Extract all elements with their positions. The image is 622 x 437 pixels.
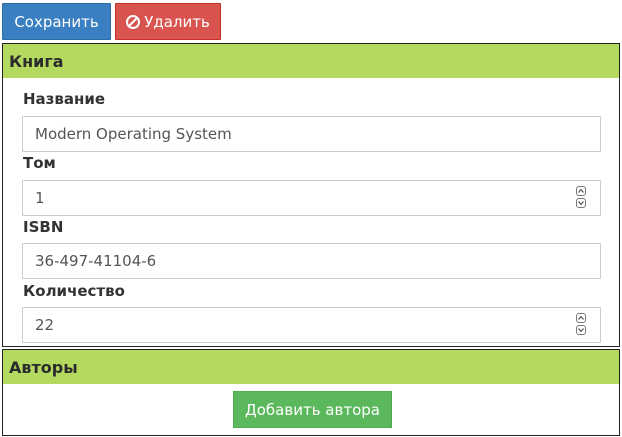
- volume-label: Том: [23, 154, 56, 172]
- title-field[interactable]: Modern Operating System: [22, 116, 601, 152]
- quantity-stepper[interactable]: [576, 313, 588, 337]
- title-label: Название: [23, 90, 106, 108]
- add-author-button-label: Добавить автора: [245, 400, 380, 419]
- quantity-label: Количество: [23, 282, 125, 300]
- chevron-down-icon: [578, 201, 584, 206]
- ban-icon: [126, 14, 141, 29]
- isbn-label: ISBN: [23, 218, 64, 236]
- isbn-field-value: 36-497-41104-6: [35, 252, 157, 270]
- authors-panel-title: Авторы: [9, 357, 78, 377]
- chevron-down-icon: [578, 328, 584, 333]
- book-panel-title: Книга: [9, 51, 64, 71]
- save-button-label: Сохранить: [14, 12, 99, 31]
- volume-increment-button[interactable]: [576, 186, 586, 196]
- book-panel-heading: Книга: [3, 44, 619, 78]
- quantity-field-value: 22: [35, 316, 55, 334]
- chevron-up-icon: [578, 188, 584, 193]
- quantity-increment-button[interactable]: [576, 313, 586, 323]
- authors-panel-heading: Авторы: [3, 350, 619, 384]
- volume-field[interactable]: 1: [22, 180, 601, 216]
- book-panel: Книга Название Modern Operating System Т…: [2, 43, 620, 347]
- volume-decrement-button[interactable]: [576, 198, 586, 208]
- add-author-button[interactable]: Добавить автора: [233, 391, 392, 428]
- authors-panel: Авторы Добавить автора: [2, 349, 620, 436]
- chevron-up-icon: [578, 315, 584, 320]
- title-field-value: Modern Operating System: [35, 125, 232, 143]
- volume-field-value: 1: [35, 189, 45, 207]
- delete-button[interactable]: Удалить: [115, 3, 221, 40]
- quantity-field[interactable]: 22: [22, 307, 601, 343]
- volume-stepper[interactable]: [576, 186, 588, 210]
- quantity-decrement-button[interactable]: [576, 325, 586, 335]
- delete-button-label: Удалить: [144, 12, 210, 31]
- isbn-field[interactable]: 36-497-41104-6: [22, 243, 601, 279]
- save-button[interactable]: Сохранить: [2, 3, 111, 40]
- toolbar: Сохранить Удалить: [0, 0, 622, 42]
